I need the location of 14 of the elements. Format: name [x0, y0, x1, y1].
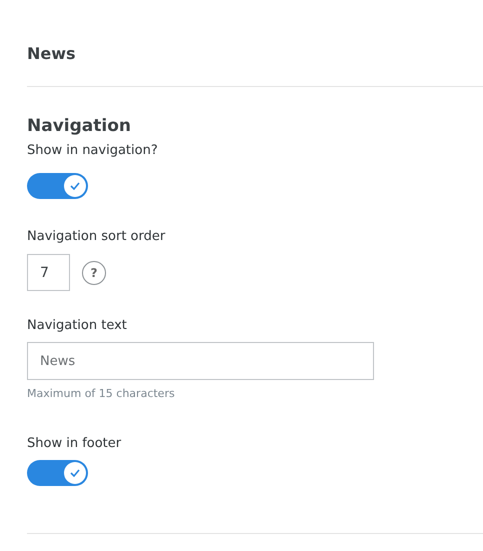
field-label: Navigation sort order	[27, 229, 166, 245]
field-label: Navigation text	[27, 318, 127, 334]
toggle-switch[interactable]	[27, 460, 88, 486]
toggle-switch[interactable]	[27, 173, 88, 199]
input-field[interactable]: News	[27, 342, 374, 380]
field-label: Show in navigation?	[27, 143, 158, 159]
check-icon	[70, 182, 80, 190]
page-title: News	[27, 43, 77, 65]
number-field[interactable]: 7	[27, 254, 70, 291]
help-button[interactable]: ?	[82, 260, 106, 284]
check-icon	[70, 469, 80, 477]
section-heading: Navigation	[27, 115, 132, 137]
hint-text: Maximum of 15 characters	[27, 387, 175, 400]
field-label: Show in footer	[27, 436, 122, 452]
